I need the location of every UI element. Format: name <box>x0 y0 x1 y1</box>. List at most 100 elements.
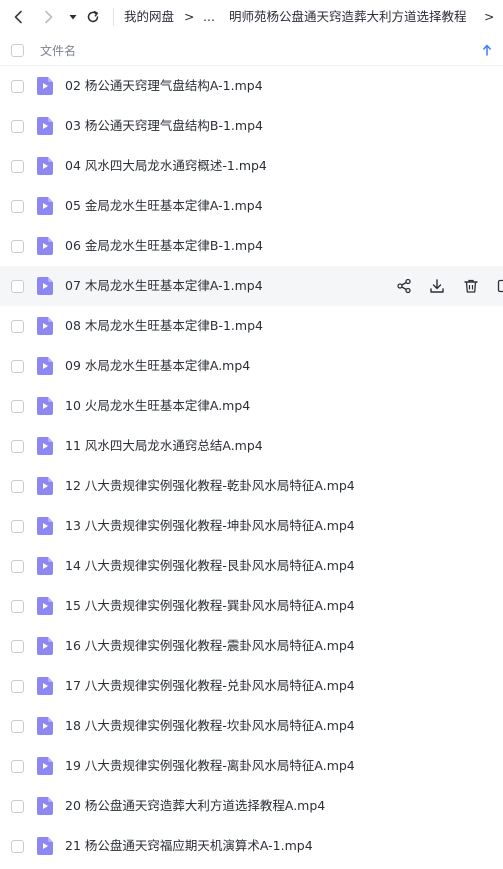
row-checkbox[interactable] <box>11 160 24 173</box>
share-button[interactable] <box>395 277 413 295</box>
file-name[interactable]: 07 木局龙水生旺基本定律A-1.mp4 <box>65 277 263 295</box>
row-checkbox[interactable] <box>11 280 24 293</box>
file-name[interactable]: 21 杨公盘通天窍福应期天机演算术A-1.mp4 <box>65 837 313 855</box>
file-name[interactable]: 17 八大贵规律实例强化教程-兑卦风水局特征A.mp4 <box>65 677 355 695</box>
file-row[interactable]: 21 杨公盘通天窍福应期天机演算术A-1.mp4 <box>0 826 503 866</box>
file-row[interactable]: 02 杨公通天窍理气盘结构A-1.mp4 <box>0 66 503 106</box>
file-row[interactable]: 04 风水四大局龙水通窍概述-1.mp4 <box>0 146 503 186</box>
file-row[interactable]: 20 杨公盘通天窍造葬大利方道选择教程A.mp4 <box>0 786 503 826</box>
video-file-icon <box>37 77 53 95</box>
row-checkbox[interactable] <box>11 320 24 333</box>
video-file-icon <box>37 797 53 815</box>
row-checkbox[interactable] <box>11 120 24 133</box>
file-row[interactable]: 10 火局龙水生旺基本定律A.mp4 <box>0 386 503 426</box>
row-checkbox[interactable] <box>11 200 24 213</box>
file-name[interactable]: 11 风水四大局龙水通窍总结A.mp4 <box>65 437 263 455</box>
file-row[interactable]: 07 木局龙水生旺基本定律A-1.mp4 <box>0 266 503 306</box>
file-name[interactable]: 15 八大贵规律实例强化教程-巽卦风水局特征A.mp4 <box>65 597 355 615</box>
video-file-icon <box>37 637 53 655</box>
row-checkbox[interactable] <box>11 240 24 253</box>
file-row[interactable]: 11 风水四大局龙水通窍总结A.mp4 <box>0 426 503 466</box>
file-name[interactable]: 02 杨公通天窍理气盘结构A-1.mp4 <box>65 77 263 95</box>
row-checkbox[interactable] <box>11 520 24 533</box>
more-button[interactable] <box>495 277 503 295</box>
row-checkbox[interactable] <box>11 480 24 493</box>
file-name[interactable]: 10 火局龙水生旺基本定律A.mp4 <box>65 397 250 415</box>
toolbar-divider <box>113 8 114 26</box>
file-row[interactable]: 09 水局龙水生旺基本定律A.mp4 <box>0 346 503 386</box>
file-name[interactable]: 14 八大贵规律实例强化教程-艮卦风水局特征A.mp4 <box>65 557 355 575</box>
file-name[interactable]: 20 杨公盘通天窍造葬大利方道选择教程A.mp4 <box>65 797 325 815</box>
video-file-icon <box>37 117 53 135</box>
video-file-icon <box>37 557 53 575</box>
refresh-icon <box>87 10 99 23</box>
column-header-filename[interactable]: 文件名 <box>40 42 76 59</box>
video-file-icon <box>37 397 53 415</box>
video-file-icon <box>37 437 53 455</box>
file-name[interactable]: 03 杨公通天窍理气盘结构B-1.mp4 <box>65 117 263 135</box>
file-name[interactable]: 04 风水四大局龙水通窍概述-1.mp4 <box>65 157 267 175</box>
file-row[interactable]: 18 八大贵规律实例强化教程-坎卦风水局特征A.mp4 <box>0 706 503 746</box>
video-file-icon <box>37 197 53 215</box>
file-row[interactable]: 16 八大贵规律实例强化教程-震卦风水局特征A.mp4 <box>0 626 503 666</box>
breadcrumb-ellipsis[interactable]: ... <box>203 8 215 25</box>
breadcrumb-current[interactable]: 明师苑杨公盘通天窍造葬大利方道选择教程 <box>229 8 467 25</box>
video-file-icon <box>37 277 53 295</box>
chevron-right-icon <box>45 10 53 24</box>
video-file-icon <box>37 717 53 735</box>
chevron-left-icon <box>14 10 22 24</box>
refresh-button[interactable] <box>83 7 103 27</box>
video-file-icon <box>37 757 53 775</box>
breadcrumb-root[interactable]: 我的网盘 <box>124 8 174 25</box>
sort-up-arrow-icon[interactable] <box>481 43 493 57</box>
video-file-icon <box>37 677 53 695</box>
file-name[interactable]: 16 八大贵规律实例强化教程-震卦风水局特征A.mp4 <box>65 637 355 655</box>
file-name[interactable]: 18 八大贵规律实例强化教程-坎卦风水局特征A.mp4 <box>65 717 355 735</box>
select-all-checkbox[interactable] <box>11 44 24 57</box>
toolbar: 我的网盘 > ... 明师苑杨公盘通天窍造葬大利方道选择教程 > <box>0 0 503 34</box>
file-row[interactable]: 19 八大贵规律实例强化教程-离卦风水局特征A.mp4 <box>0 746 503 786</box>
file-row[interactable]: 15 八大贵规律实例强化教程-巽卦风水局特征A.mp4 <box>0 586 503 626</box>
row-checkbox[interactable] <box>11 80 24 93</box>
row-checkbox[interactable] <box>11 360 24 373</box>
row-checkbox[interactable] <box>11 440 24 453</box>
back-button[interactable] <box>9 7 29 27</box>
row-checkbox[interactable] <box>11 600 24 613</box>
file-row[interactable]: 06 金局龙水生旺基本定律B-1.mp4 <box>0 226 503 266</box>
file-row[interactable]: 14 八大贵规律实例强化教程-艮卦风水局特征A.mp4 <box>0 546 503 586</box>
row-checkbox[interactable] <box>11 720 24 733</box>
share-icon <box>396 278 412 294</box>
download-button[interactable] <box>428 277 446 295</box>
file-row[interactable]: 03 杨公通天窍理气盘结构B-1.mp4 <box>0 106 503 146</box>
file-row[interactable]: 05 金局龙水生旺基本定律A-1.mp4 <box>0 186 503 226</box>
forward-button[interactable] <box>38 7 58 27</box>
file-name[interactable]: 13 八大贵规律实例强化教程-坤卦风水局特征A.mp4 <box>65 517 355 535</box>
trash-button[interactable] <box>462 277 480 295</box>
file-row[interactable]: 17 八大贵规律实例强化教程-兑卦风水局特征A.mp4 <box>0 666 503 706</box>
row-checkbox[interactable] <box>11 800 24 813</box>
history-dropdown-button[interactable] <box>63 7 83 27</box>
file-name[interactable]: 05 金局龙水生旺基本定律A-1.mp4 <box>65 197 263 215</box>
video-file-icon <box>37 597 53 615</box>
row-checkbox[interactable] <box>11 760 24 773</box>
row-checkbox[interactable] <box>11 840 24 853</box>
row-checkbox[interactable] <box>11 640 24 653</box>
file-name[interactable]: 09 水局龙水生旺基本定律A.mp4 <box>65 357 250 375</box>
caret-down-icon <box>69 15 77 20</box>
video-file-icon <box>37 477 53 495</box>
file-list-header: 文件名 <box>0 34 503 66</box>
file-name[interactable]: 12 八大贵规律实例强化教程-乾卦风水局特征A.mp4 <box>65 477 355 495</box>
file-row[interactable]: 08 木局龙水生旺基本定律B-1.mp4 <box>0 306 503 346</box>
file-name[interactable]: 08 木局龙水生旺基本定律B-1.mp4 <box>65 317 263 335</box>
video-file-icon <box>37 357 53 375</box>
file-row[interactable]: 12 八大贵规律实例强化教程-乾卦风水局特征A.mp4 <box>0 466 503 506</box>
file-name[interactable]: 06 金局龙水生旺基本定律B-1.mp4 <box>65 237 263 255</box>
more-icon <box>496 278 503 294</box>
download-icon <box>429 278 445 294</box>
video-file-icon <box>37 157 53 175</box>
file-row[interactable]: 13 八大贵规律实例强化教程-坤卦风水局特征A.mp4 <box>0 506 503 546</box>
row-checkbox[interactable] <box>11 680 24 693</box>
row-checkbox[interactable] <box>11 400 24 413</box>
file-name[interactable]: 19 八大贵规律实例强化教程-离卦风水局特征A.mp4 <box>65 757 355 775</box>
row-checkbox[interactable] <box>11 560 24 573</box>
